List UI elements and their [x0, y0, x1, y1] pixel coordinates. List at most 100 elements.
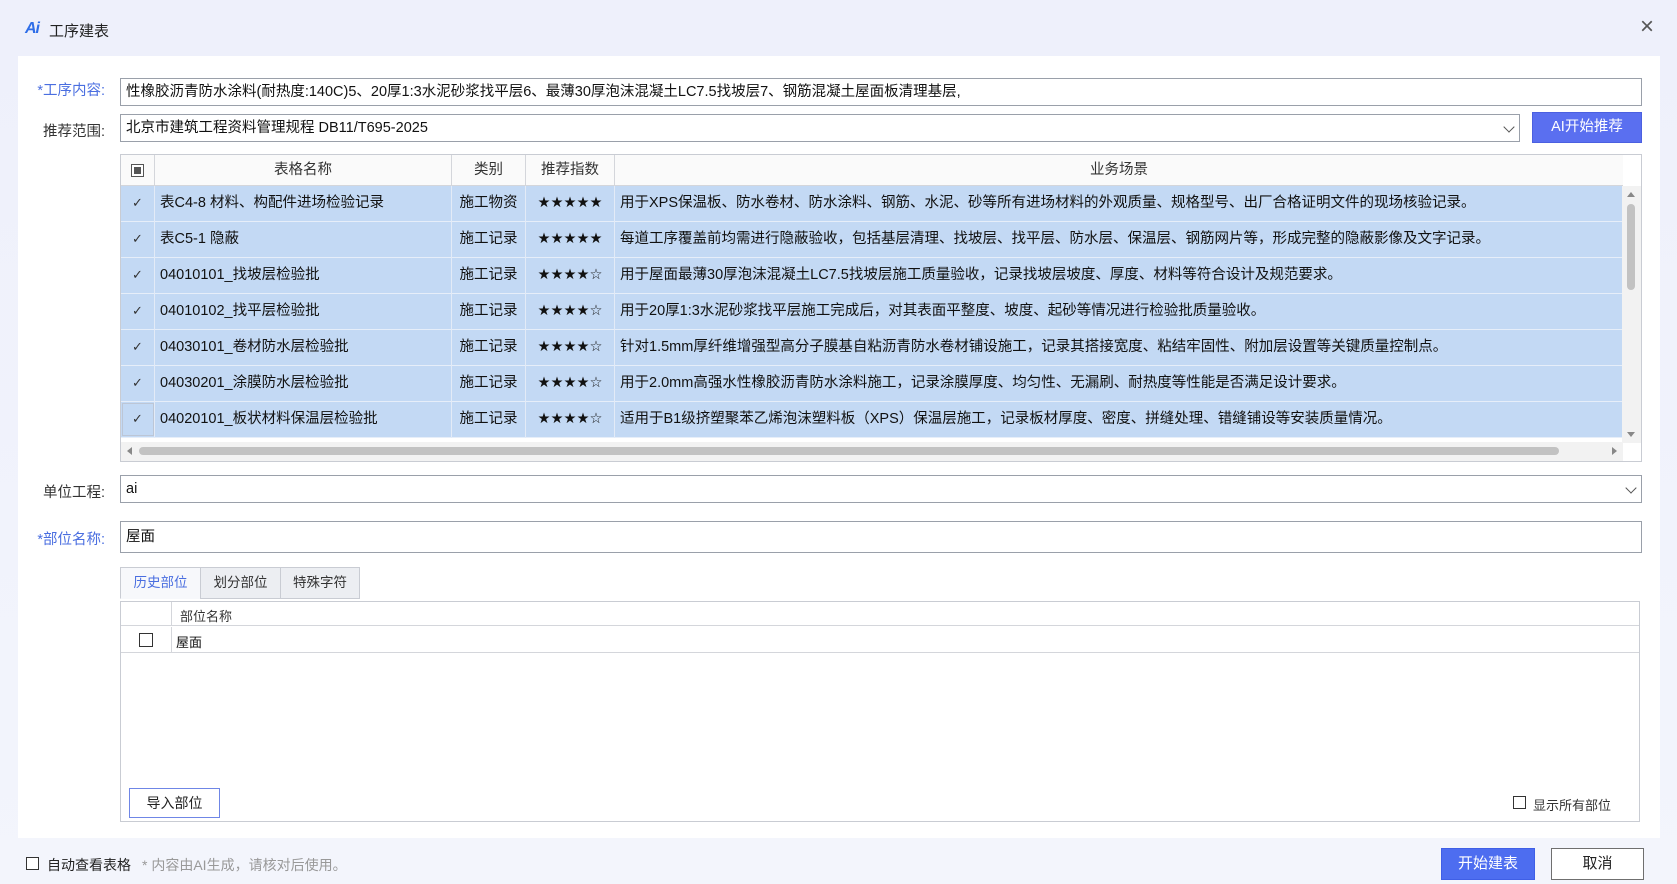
- table-row[interactable]: ✓ 04030101_卷材防水层检验批 施工记录 ★★★★☆ 针对1.5mm厚纤…: [121, 330, 1623, 366]
- scroll-down-icon[interactable]: [1627, 432, 1635, 437]
- cell-scene: 用于屋面最薄30厚泡沫混凝土LC7.5找坡层施工质量验收，记录找坡层坡度、厚度、…: [620, 267, 1342, 283]
- check-icon[interactable]: ✓: [131, 340, 144, 354]
- show-all-label: 显示所有部位: [1533, 798, 1612, 813]
- import-parts-button[interactable]: 导入部位: [129, 788, 220, 818]
- divider: [171, 602, 172, 626]
- table-row[interactable]: ✓ 表C4-8 材料、构配件进场检验记录 施工物资 ★★★★★ 用于XPS保温板…: [121, 186, 1623, 222]
- cell-name: 04010102_找平层检验批: [155, 294, 452, 330]
- window-title: 工序建表: [49, 23, 110, 40]
- close-button[interactable]: ×: [1636, 15, 1658, 39]
- unit-project-value: ai: [126, 481, 138, 497]
- scroll-right-icon[interactable]: [1612, 447, 1617, 455]
- cell-scene: 针对1.5mm厚纤维增强型高分子膜基自粘沥青防水卷材铺设施工，记录其搭接宽度、粘…: [620, 339, 1448, 355]
- col-header-category[interactable]: 类别: [452, 155, 526, 186]
- title-bar: Ai 工序建表 ×: [0, 0, 1677, 56]
- divider: [171, 627, 172, 653]
- part-name-label: *部位名称:: [37, 532, 105, 548]
- row-checkbox-cell[interactable]: ✓: [121, 186, 155, 222]
- scroll-left-icon[interactable]: [127, 447, 132, 455]
- cell-score-stars: ★★★★★: [526, 186, 615, 222]
- show-all-checkbox[interactable]: [1513, 796, 1526, 809]
- vertical-scrollbar[interactable]: [1622, 186, 1641, 443]
- scope-select-value: 北京市建筑工程资料管理规程 DB11/T695-2025: [126, 120, 428, 136]
- table-row[interactable]: ✓ 04010101_找坡层检验批 施工记录 ★★★★☆ 用于屋面最薄30厚泡沫…: [121, 258, 1623, 294]
- recommend-table: 表格名称 类别 推荐指数 业务场景 ✓ 表C4-8 材料、构配件进场检验记录 施…: [120, 154, 1642, 462]
- part-column-header: 部位名称: [180, 609, 233, 624]
- cell-score-stars: ★★★★☆: [526, 330, 615, 366]
- select-all-cell: [121, 155, 155, 186]
- cell-category: 施工记录: [452, 294, 526, 330]
- ai-disclaimer-note: * 内容由AI生成，请核对后使用。: [142, 857, 347, 873]
- table-row[interactable]: ✓ 04020101_板状材料保温层检验批 施工记录 ★★★★☆ 适用于B1级挤…: [121, 402, 1623, 438]
- part-item-name: 屋面: [176, 635, 203, 650]
- part-list-panel: 部位名称 屋面 导入部位 显示所有部位: [120, 601, 1640, 822]
- table-header: 表格名称 类别 推荐指数 业务场景: [121, 155, 1623, 186]
- auto-view-label[interactable]: 自动查看表格: [47, 855, 131, 875]
- part-name-input[interactable]: 屋面: [120, 521, 1642, 553]
- cell-name: 表C4-8 材料、构配件进场检验记录: [155, 186, 452, 222]
- row-checkbox-cell[interactable]: ✓: [121, 366, 155, 402]
- check-icon[interactable]: ✓: [131, 196, 144, 210]
- check-icon[interactable]: ✓: [131, 304, 144, 318]
- cancel-button[interactable]: 取消: [1551, 848, 1644, 880]
- check-icon[interactable]: ✓: [131, 232, 144, 246]
- cell-name: 04030101_卷材防水层检验批: [155, 330, 452, 366]
- unit-project-label: 单位工程:: [42, 485, 105, 501]
- part-list-header: 部位名称: [121, 602, 1639, 626]
- horizontal-scrollbar[interactable]: [121, 442, 1623, 461]
- table-body: ✓ 表C4-8 材料、构配件进场检验记录 施工物资 ★★★★★ 用于XPS保温板…: [121, 186, 1623, 444]
- unit-project-select[interactable]: ai: [120, 475, 1642, 503]
- cell-category: 施工记录: [452, 402, 526, 438]
- table-row[interactable]: ✓ 04030201_涂膜防水层检验批 施工记录 ★★★★☆ 用于2.0mm高强…: [121, 366, 1623, 402]
- part-checkbox[interactable]: [139, 633, 153, 647]
- scroll-thumb[interactable]: [1627, 204, 1635, 290]
- list-item[interactable]: 屋面: [121, 627, 1639, 653]
- scroll-up-icon[interactable]: [1627, 192, 1635, 197]
- cell-category: 施工记录: [452, 258, 526, 294]
- row-checkbox-cell[interactable]: ✓: [121, 402, 155, 438]
- check-icon[interactable]: ✓: [131, 376, 144, 390]
- cell-score-stars: ★★★★☆: [526, 366, 615, 402]
- cell-scene: 用于2.0mm高强水性橡胶沥青防水涂料施工，记录涂膜厚度、均匀性、无漏刷、耐热度…: [620, 375, 1346, 391]
- cell-category: 施工记录: [452, 330, 526, 366]
- cell-scene: 用于20厚1:3水泥砂浆找平层施工完成后，对其表面平整度、坡度、起砂等情况进行检…: [620, 303, 1266, 319]
- check-icon[interactable]: ✓: [131, 268, 144, 282]
- scope-select[interactable]: 北京市建筑工程资料管理规程 DB11/T695-2025: [120, 114, 1520, 142]
- cell-category: 施工记录: [452, 222, 526, 258]
- cell-scene: 适用于B1级挤塑聚苯乙烯泡沫塑料板（XPS）保温层施工，记录板材厚度、密度、拼缝…: [620, 411, 1392, 427]
- cell-category: 施工物资: [452, 186, 526, 222]
- check-icon[interactable]: ✓: [131, 412, 144, 426]
- cell-scene: 每道工序覆盖前均需进行隐蔽验收，包括基层清理、找坡层、找平层、防水层、保温层、钢…: [620, 231, 1490, 247]
- col-header-name[interactable]: 表格名称: [155, 155, 452, 186]
- cell-scene: 用于XPS保温板、防水卷材、防水涂料、钢筋、水泥、砂等所有进场材料的外观质量、规…: [620, 195, 1476, 211]
- tab-special-chars[interactable]: 特殊字符: [280, 567, 360, 599]
- start-build-button[interactable]: 开始建表: [1441, 848, 1535, 880]
- tab-history-parts[interactable]: 历史部位: [120, 567, 201, 599]
- chevron-down-icon: [1625, 482, 1637, 494]
- auto-view-checkbox[interactable]: [26, 857, 39, 870]
- ai-recommend-button[interactable]: AI开始推荐: [1532, 112, 1642, 143]
- ai-logo-icon: Ai: [25, 20, 40, 37]
- col-header-scene[interactable]: 业务场景: [615, 155, 1623, 186]
- cell-category: 施工记录: [452, 366, 526, 402]
- col-header-score[interactable]: 推荐指数: [526, 155, 615, 186]
- tab-divide-parts[interactable]: 划分部位: [200, 567, 281, 599]
- cell-name: 04010101_找坡层检验批: [155, 258, 452, 294]
- process-content-label: *工序内容:: [37, 83, 105, 99]
- cell-name: 04020101_板状材料保温层检验批: [155, 402, 452, 438]
- table-row[interactable]: ✓ 表C5-1 隐蔽 施工记录 ★★★★★ 每道工序覆盖前均需进行隐蔽验收，包括…: [121, 222, 1623, 258]
- scroll-thumb[interactable]: [139, 447, 1559, 455]
- table-row[interactable]: ✓ 04010102_找平层检验批 施工记录 ★★★★☆ 用于20厚1:3水泥砂…: [121, 294, 1623, 330]
- row-checkbox-cell[interactable]: ✓: [121, 330, 155, 366]
- cell-score-stars: ★★★★☆: [526, 402, 615, 438]
- row-checkbox-cell[interactable]: ✓: [121, 222, 155, 258]
- select-all-checkbox[interactable]: [131, 164, 144, 177]
- scope-label: 推荐范围:: [42, 124, 105, 140]
- cell-name: 04030201_涂膜防水层检验批: [155, 366, 452, 402]
- row-checkbox-cell[interactable]: ✓: [121, 294, 155, 330]
- row-checkbox-cell[interactable]: ✓: [121, 258, 155, 294]
- process-content-input[interactable]: 性橡胶沥青防水涂料(耐热度:140C)5、20厚1:3水泥砂浆找平层6、最薄30…: [120, 78, 1642, 106]
- cell-score-stars: ★★★★☆: [526, 258, 615, 294]
- chevron-down-icon: [1503, 121, 1515, 133]
- cell-name: 表C5-1 隐蔽: [155, 222, 452, 258]
